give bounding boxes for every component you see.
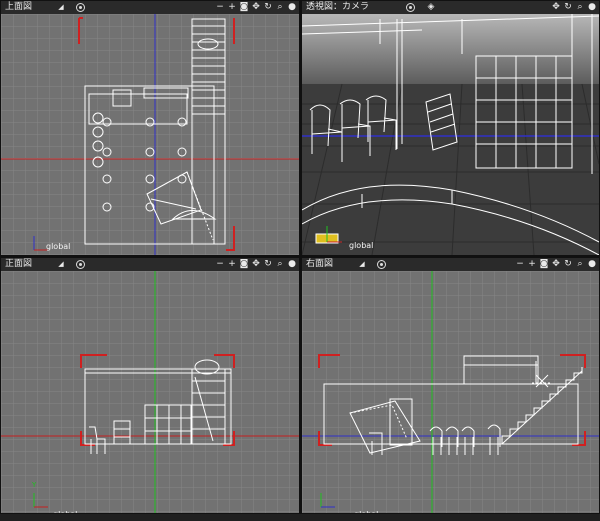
pan-icon[interactable]: ✥ [551, 259, 561, 270]
top-viewport-title: 上面図 [5, 2, 33, 12]
y-axis-label: Y [31, 481, 37, 489]
zoom-icon[interactable]: ⌕ [275, 259, 285, 270]
viewport-toolbar: − + ◙ ✥ ↻ ⌕ ● [515, 258, 597, 271]
top-viewport-header: 上面図 ◢ − + ◙ ✥ ↻ ⌕ ● [1, 1, 299, 14]
plus-icon[interactable]: + [227, 259, 237, 270]
zoom-icon[interactable]: ⌕ [275, 2, 285, 13]
coordinate-label: global [354, 510, 378, 513]
sphere-icon[interactable]: ● [287, 259, 297, 270]
minus-icon[interactable]: − [215, 259, 225, 270]
viewport-toolbar: − + ◙ ✥ ↻ ⌕ ● [215, 258, 297, 271]
front-view-canvas[interactable]: Y global [1, 271, 299, 513]
top-viewport[interactable]: 上面図 ◢ − + ◙ ✥ ↻ ⌕ ● global [0, 0, 300, 256]
viewport-menu-dropdown[interactable]: ◢ [57, 1, 65, 14]
viewport-toolbar: − + ◙ ✥ ↻ ⌕ ● [215, 1, 297, 14]
front-viewport[interactable]: 正面図 ◢ − + ◙ ✥ ↻ ⌕ ● Y [0, 257, 300, 514]
rotate-icon[interactable]: ↻ [263, 259, 273, 270]
target-icon[interactable] [75, 2, 86, 13]
right-viewport-title: 右面図 [306, 259, 334, 269]
right-view-canvas[interactable]: global [302, 271, 599, 513]
front-viewport-title: 正面図 [5, 259, 33, 269]
bottom-ruler [0, 514, 600, 521]
top-view-canvas[interactable]: global [1, 14, 299, 255]
plus-icon[interactable]: + [527, 259, 537, 270]
right-viewport[interactable]: 右面図 ◢ − + ◙ ✥ ↻ ⌕ ● [301, 257, 600, 514]
zoom-icon[interactable]: ⌕ [575, 2, 585, 13]
right-viewport-header: 右面図 ◢ − + ◙ ✥ ↻ ⌕ ● [302, 258, 599, 271]
shade-3d-workspace: 上面図 ◢ − + ◙ ✥ ↻ ⌕ ● global 透視図：カメラ ◈ ✥ ↻… [0, 0, 600, 521]
coordinate-label: global [349, 241, 373, 250]
cube-icon[interactable]: ◈ [426, 2, 436, 13]
rotate-icon[interactable]: ↻ [263, 2, 273, 13]
perspective-viewport-header: 透視図：カメラ ◈ ✥ ↻ ⌕ ● [302, 1, 599, 14]
camera-icon[interactable]: ◙ [239, 259, 249, 270]
plus-icon[interactable]: + [227, 2, 237, 13]
target-icon[interactable] [376, 259, 387, 270]
pan-icon[interactable]: ✥ [251, 2, 261, 13]
viewport-menu-dropdown[interactable]: ◢ [57, 258, 65, 271]
minus-icon[interactable]: − [215, 2, 225, 13]
camera-icon[interactable]: ◙ [239, 2, 249, 13]
coordinate-label: global [53, 510, 77, 513]
viewport-menu-dropdown[interactable]: ◢ [358, 258, 366, 271]
coordinate-label: global [46, 242, 70, 251]
sphere-icon[interactable]: ● [587, 259, 597, 270]
target-icon[interactable] [405, 2, 416, 13]
zoom-icon[interactable]: ⌕ [575, 259, 585, 270]
target-icon[interactable] [75, 259, 86, 270]
front-viewport-header: 正面図 ◢ − + ◙ ✥ ↻ ⌕ ● [1, 258, 299, 271]
perspective-viewport[interactable]: 透視図：カメラ ◈ ✥ ↻ ⌕ ● global [301, 0, 600, 256]
rotate-icon[interactable]: ↻ [563, 2, 573, 13]
viewport-toolbar: ✥ ↻ ⌕ ● [551, 1, 597, 14]
perspective-view-canvas[interactable]: global [302, 14, 599, 255]
rotate-icon[interactable]: ↻ [563, 259, 573, 270]
sphere-icon[interactable]: ● [287, 2, 297, 13]
perspective-viewport-title: 透視図：カメラ [306, 2, 370, 12]
pan-icon[interactable]: ✥ [551, 2, 561, 13]
sphere-icon[interactable]: ● [587, 2, 597, 13]
minus-icon[interactable]: − [515, 259, 525, 270]
pan-icon[interactable]: ✥ [251, 259, 261, 270]
camera-icon[interactable]: ◙ [539, 259, 549, 270]
